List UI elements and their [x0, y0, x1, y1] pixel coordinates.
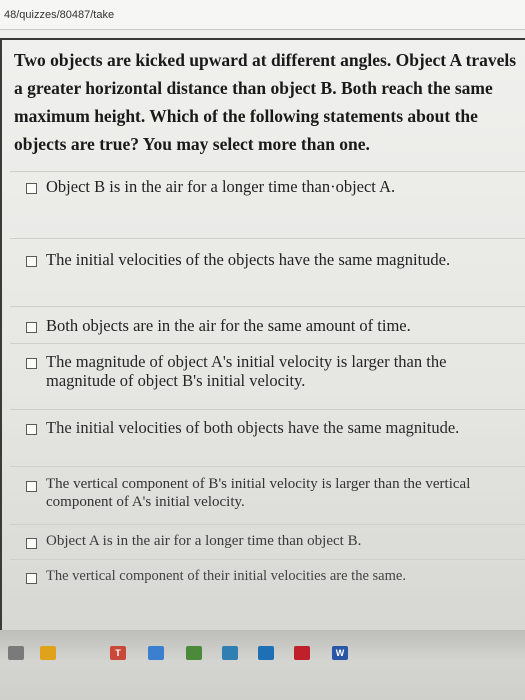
- option-label: The vertical component of their initial …: [46, 568, 406, 584]
- checkbox[interactable]: [26, 538, 37, 549]
- answer-option-7[interactable]: Object A is in the air for a longer time…: [26, 532, 516, 550]
- answer-option-6[interactable]: The vertical component of B's initial ve…: [26, 475, 516, 511]
- answer-option-5[interactable]: The initial velocities of both objects h…: [26, 418, 516, 437]
- answer-option-2[interactable]: The initial velocities of the objects ha…: [26, 250, 516, 269]
- divider: [10, 524, 525, 525]
- screen: 48/quizzes/80487/take Two objects are ki…: [0, 0, 525, 640]
- drive-icon[interactable]: [148, 646, 164, 660]
- acrobat-icon[interactable]: [294, 646, 310, 660]
- divider: [10, 409, 525, 410]
- checkbox[interactable]: [26, 573, 37, 584]
- address-bar[interactable]: 48/quizzes/80487/take: [0, 0, 525, 30]
- answer-option-3[interactable]: Both objects are in the air for the same…: [26, 316, 516, 335]
- divider: [10, 466, 525, 467]
- checkbox[interactable]: [26, 358, 37, 369]
- question-text: Two objects are kicked upward at differe…: [14, 50, 517, 154]
- checkbox[interactable]: [26, 424, 37, 435]
- divider: [10, 343, 525, 344]
- answer-option-4[interactable]: The magnitude of object A's initial velo…: [26, 352, 516, 390]
- icon-letter: T: [115, 648, 121, 658]
- t-app-icon[interactable]: T: [110, 646, 126, 660]
- photos-icon[interactable]: [222, 646, 238, 660]
- start-icon[interactable]: [8, 646, 24, 660]
- store-icon[interactable]: [40, 646, 56, 660]
- app-icon[interactable]: [186, 646, 202, 660]
- answer-option-1[interactable]: Object B is in the air for a longer time…: [26, 177, 516, 196]
- option-label: The vertical component of B's initial ve…: [46, 476, 471, 510]
- checkbox[interactable]: [26, 256, 37, 267]
- option-label: The initial velocities of the objects ha…: [46, 250, 451, 269]
- option-label: Object A is in the air for a longer time…: [46, 533, 362, 549]
- divider: [10, 238, 525, 239]
- checkbox[interactable]: [26, 481, 37, 492]
- taskbar: [0, 630, 525, 700]
- word-icon[interactable]: W: [332, 646, 348, 660]
- checkbox[interactable]: [26, 183, 37, 194]
- divider: [10, 171, 525, 172]
- divider: [10, 559, 525, 560]
- option-label: Object B is in the air for a longer time…: [46, 177, 396, 196]
- mail-icon[interactable]: [258, 646, 274, 660]
- option-label: The magnitude of object A's initial velo…: [46, 352, 447, 390]
- option-label: Both objects are in the air for the same…: [46, 316, 411, 335]
- icon-letter: W: [335, 648, 345, 658]
- answer-option-8[interactable]: The vertical component of their initial …: [26, 567, 516, 585]
- option-label: The initial velocities of both objects h…: [46, 418, 460, 437]
- url-text: 48/quizzes/80487/take: [4, 9, 115, 21]
- divider: [10, 306, 525, 307]
- checkbox[interactable]: [26, 322, 37, 333]
